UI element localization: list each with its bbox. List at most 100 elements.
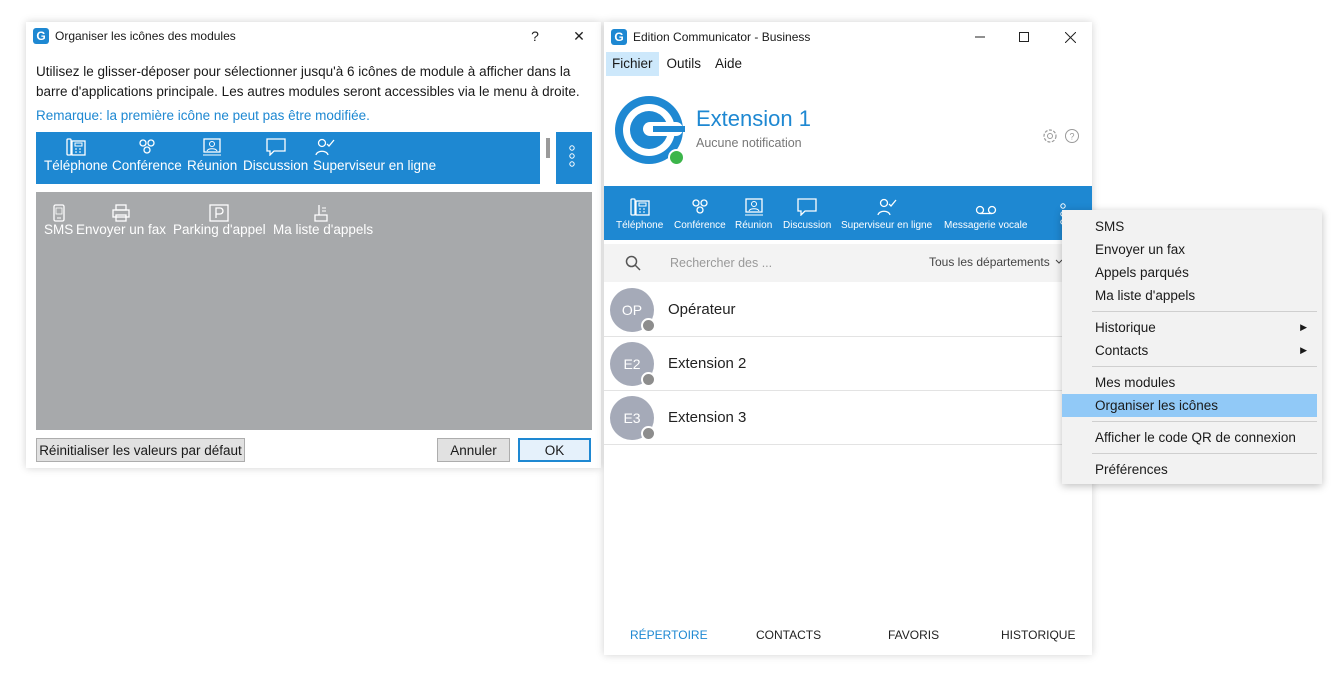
- nav-phone[interactable]: Téléphone: [616, 186, 663, 240]
- module-parking[interactable]: Parking d'appel: [173, 198, 266, 237]
- close-button[interactable]: ✕: [557, 22, 601, 50]
- contact-row[interactable]: E3 Extension 3: [604, 391, 1092, 445]
- window-title-bar: G Edition Communicator - Business: [604, 22, 1092, 52]
- contact-row[interactable]: OP Opérateur: [604, 283, 1092, 337]
- submenu-arrow-icon: ▶: [1300, 345, 1307, 355]
- nav-label: Conférence: [674, 220, 726, 231]
- organize-icons-dialog: G Organiser les icônes des modules ? ✕ U…: [26, 22, 601, 468]
- minimize-icon: [975, 36, 985, 38]
- module-fax[interactable]: Envoyer un fax: [76, 198, 166, 237]
- parking-icon: [209, 198, 229, 222]
- reset-defaults-button[interactable]: Réinitialiser les valeurs par défaut: [36, 438, 245, 462]
- maximize-button[interactable]: [1002, 22, 1046, 52]
- module-call-list[interactable]: Ma liste d'appels: [273, 198, 373, 237]
- menu-item-parked-calls[interactable]: Appels parqués: [1062, 261, 1317, 284]
- module-sms[interactable]: SMS: [44, 198, 73, 237]
- nav-voicemail[interactable]: Messagerie vocale: [944, 186, 1027, 240]
- dialog-description-1: Utilisez le glisser-déposer pour sélecti…: [36, 64, 571, 79]
- menu-item-contacts[interactable]: Contacts ▶: [1062, 339, 1317, 362]
- meeting-icon: [202, 132, 222, 158]
- selected-modules-bar: Téléphone Conférence Réunion Discussion …: [36, 132, 592, 184]
- conference-icon: [689, 186, 711, 220]
- call-list-icon: [314, 198, 332, 222]
- supervisor-icon: [314, 132, 435, 158]
- menu-item-call-list[interactable]: Ma liste d'appels: [1062, 284, 1317, 307]
- presence-dot: [641, 426, 656, 441]
- contact-name: Extension 3: [668, 409, 747, 426]
- module-phone[interactable]: Téléphone: [44, 132, 108, 184]
- ok-button[interactable]: OK: [518, 438, 591, 462]
- communicator-window: G Edition Communicator - Business Fichie…: [604, 22, 1092, 655]
- contact-name: Extension 2: [668, 355, 747, 372]
- module-label: Superviseur en ligne: [313, 158, 437, 173]
- profile-avatar[interactable]: [613, 94, 685, 166]
- department-select[interactable]: Tous les départements: [929, 255, 1050, 269]
- menu-item-history[interactable]: Historique ▶: [1062, 316, 1317, 339]
- minimize-button[interactable]: [958, 22, 1002, 52]
- module-conference[interactable]: Conférence: [112, 132, 182, 184]
- app-logo-icon: G: [33, 28, 49, 44]
- module-meeting[interactable]: Réunion: [187, 132, 237, 184]
- phone-icon: [66, 132, 86, 158]
- menu-separator: [1092, 366, 1317, 367]
- tab-contacts[interactable]: CONTACTS: [756, 628, 821, 642]
- nav-chat[interactable]: Discussion: [783, 186, 831, 240]
- help-button[interactable]: ?: [513, 22, 557, 50]
- module-label: Conférence: [112, 158, 182, 173]
- maximize-icon: [1019, 32, 1029, 42]
- menu-item-organize-icons[interactable]: Organiser les icônes: [1062, 394, 1317, 417]
- window-close-button[interactable]: [1048, 22, 1092, 52]
- submenu-arrow-icon: ▶: [1300, 322, 1307, 332]
- module-label: Parking d'appel: [173, 222, 266, 237]
- module-chat[interactable]: Discussion: [243, 132, 308, 184]
- module-supervisor[interactable]: Superviseur en ligne: [313, 132, 436, 184]
- nav-label: Messagerie vocale: [944, 220, 1028, 231]
- module-label: SMS: [44, 222, 74, 237]
- module-label: Discussion: [243, 158, 309, 173]
- menu-item-sms[interactable]: SMS: [1062, 215, 1317, 238]
- close-icon: [1064, 31, 1076, 43]
- tab-repertoire[interactable]: RÉPERTOIRE: [630, 628, 708, 642]
- menu-item-preferences[interactable]: Préférences: [1062, 458, 1317, 481]
- menu-separator: [1092, 311, 1317, 312]
- menu-item-fax[interactable]: Envoyer un fax: [1062, 238, 1317, 261]
- tab-historique[interactable]: HISTORIQUE: [1001, 628, 1075, 642]
- nav-label: Superviseur en ligne: [841, 220, 933, 231]
- tab-favoris[interactable]: FAVORIS: [888, 628, 939, 642]
- menu-fichier[interactable]: Fichier: [606, 52, 659, 76]
- menu-item-qr-code[interactable]: Afficher le code QR de connexion: [1062, 426, 1317, 449]
- menu-outils[interactable]: Outils: [661, 52, 708, 76]
- conference-icon: [136, 132, 158, 158]
- fax-icon: [111, 198, 131, 222]
- module-label: Ma liste d'appels: [273, 222, 374, 237]
- module-label: Réunion: [187, 158, 238, 173]
- nav-supervisor[interactable]: Superviseur en ligne: [841, 186, 932, 240]
- menu-bar: Fichier Outils Aide: [604, 52, 1092, 76]
- search-input[interactable]: Rechercher des ...: [670, 256, 772, 270]
- settings-icon[interactable]: [1042, 128, 1058, 144]
- scrollbar[interactable]: [540, 132, 556, 184]
- menu-separator: [1092, 453, 1317, 454]
- meeting-icon: [744, 186, 764, 220]
- module-label: Téléphone: [44, 158, 108, 173]
- menu-item-my-modules[interactable]: Mes modules: [1062, 371, 1317, 394]
- help-icon[interactable]: ?: [1064, 128, 1080, 144]
- nav-label: Réunion: [735, 220, 773, 231]
- scrollbar-thumb[interactable]: [546, 138, 550, 158]
- nav-meeting[interactable]: Réunion: [735, 186, 772, 240]
- search-icon: [625, 255, 641, 271]
- dialog-description-2: barre d'applications principale. Les aut…: [36, 84, 580, 99]
- presence-dot: [641, 318, 656, 333]
- nav-conference[interactable]: Conférence: [674, 186, 726, 240]
- voicemail-icon: [975, 186, 997, 220]
- chat-icon: [265, 132, 286, 158]
- dialog-title-bar: G Organiser les icônes des modules ? ✕: [26, 22, 601, 50]
- menu-item-label: Contacts: [1095, 343, 1149, 358]
- more-options-icon[interactable]: [567, 144, 577, 170]
- chat-icon: [797, 186, 817, 220]
- cancel-button[interactable]: Annuler: [437, 438, 510, 462]
- app-nav-bar: Téléphone Conférence Réunion Discussion …: [604, 186, 1092, 240]
- menu-aide[interactable]: Aide: [709, 52, 748, 76]
- nav-label: Téléphone: [616, 220, 664, 231]
- contact-row[interactable]: E2 Extension 2: [604, 337, 1092, 391]
